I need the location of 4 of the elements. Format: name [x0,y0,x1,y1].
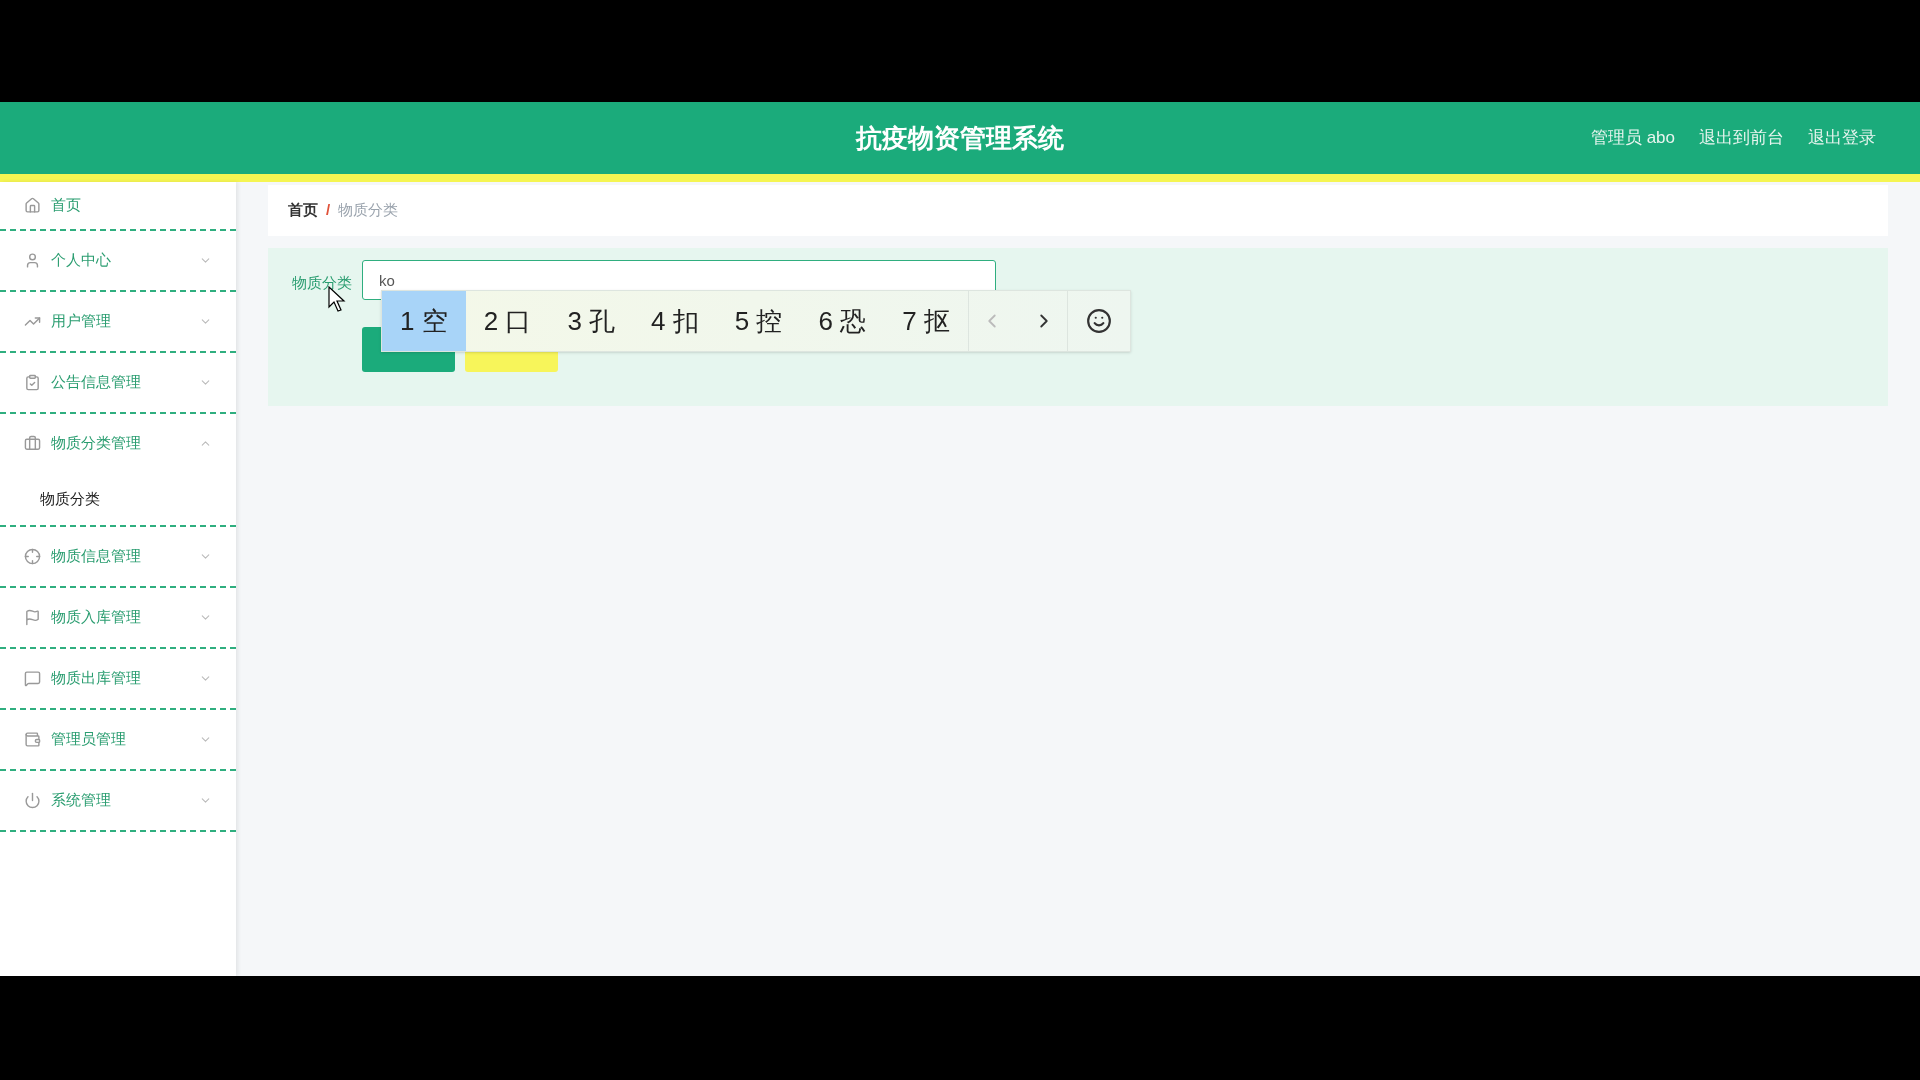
app-title: 抗疫物资管理系统 [856,121,1064,155]
field-label: 物质分类 [292,273,352,293]
breadcrumb-separator: / [326,200,331,221]
user-label: 管理员 abo [1590,127,1675,150]
